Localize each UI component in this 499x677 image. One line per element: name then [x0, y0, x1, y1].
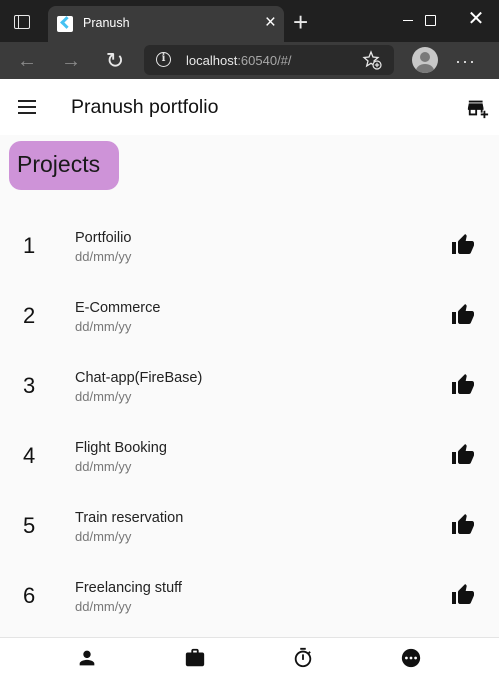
flutter-logo-icon — [57, 16, 73, 32]
project-date: dd/mm/yy — [75, 529, 132, 544]
add-business-icon[interactable] — [467, 97, 489, 119]
thumb-up-icon[interactable] — [451, 303, 475, 327]
profile-avatar[interactable] — [412, 47, 438, 73]
project-list-item[interactable]: 1 Portfoilio dd/mm/yy — [0, 218, 499, 288]
browser-menu-button[interactable]: ··· — [455, 46, 476, 76]
tab-close-icon[interactable]: × — [265, 12, 276, 34]
project-date: dd/mm/yy — [75, 249, 132, 264]
project-title: Train reservation — [75, 510, 184, 526]
project-number: 4 — [23, 443, 36, 468]
project-date: dd/mm/yy — [75, 319, 132, 334]
app-title: Pranush portfolio — [71, 96, 219, 118]
url-path: :60540/#/ — [237, 53, 292, 68]
forward-button[interactable]: → — [56, 46, 86, 76]
thumb-up-icon[interactable] — [451, 513, 475, 537]
project-list-item[interactable]: 2 E-Commerce dd/mm/yy — [0, 288, 499, 358]
project-number: 1 — [23, 233, 36, 258]
thumb-up-icon[interactable] — [451, 583, 475, 607]
tab-title: Pranush — [83, 16, 130, 30]
project-title: Flight Booking — [75, 440, 167, 456]
project-title: Portfoilio — [75, 230, 132, 246]
work-icon[interactable] — [184, 647, 206, 669]
person-icon[interactable] — [76, 647, 98, 669]
address-bar[interactable]: i localhost:60540/#/ — [144, 45, 394, 75]
projects-section-chip: Projects — [9, 141, 119, 190]
project-list-item[interactable]: 3 Chat-app(FireBase) dd/mm/yy — [0, 358, 499, 428]
projects-section-label: Projects — [17, 151, 101, 177]
project-number: 6 — [23, 583, 36, 608]
menu-icon[interactable] — [18, 100, 36, 114]
project-number: 5 — [23, 513, 36, 538]
thumb-up-icon[interactable] — [451, 443, 475, 467]
project-title: E-Commerce — [75, 300, 161, 316]
back-button[interactable]: ← — [12, 46, 42, 76]
project-date: dd/mm/yy — [75, 389, 132, 404]
timer-icon[interactable] — [292, 647, 314, 669]
project-date: dd/mm/yy — [75, 459, 132, 474]
url-host: localhost — [186, 53, 238, 68]
bottom-navigation — [0, 637, 499, 677]
url-text[interactable]: localhost:60540/#/ — [186, 53, 292, 68]
reload-button[interactable]: ↻ — [100, 46, 130, 76]
browser-titlebar: Pranush × + ✕ — [0, 0, 499, 42]
project-title: Freelancing stuff — [75, 580, 182, 596]
favorites-add-icon[interactable] — [362, 50, 384, 70]
more-horiz-icon[interactable] — [400, 647, 422, 669]
project-list-item[interactable]: 4 Flight Booking dd/mm/yy — [0, 428, 499, 498]
thumb-up-icon[interactable] — [451, 233, 475, 257]
app-bar: Pranush portfolio — [0, 79, 499, 135]
app-viewport: Pranush portfolio Projects 1 Portfoilio … — [0, 79, 499, 677]
site-info-icon[interactable]: i — [156, 52, 171, 67]
project-title: Chat-app(FireBase) — [75, 370, 203, 386]
project-date: dd/mm/yy — [75, 599, 132, 614]
project-list-item[interactable]: 5 Train reservation dd/mm/yy — [0, 498, 499, 568]
browser-tab[interactable]: Pranush × — [48, 6, 284, 42]
window-close-button[interactable]: ✕ — [453, 6, 499, 36]
project-list-item[interactable]: 6 Freelancing stuff dd/mm/yy — [0, 568, 499, 638]
project-number: 2 — [23, 303, 36, 328]
project-number: 3 — [23, 373, 36, 398]
browser-toolbar: ← → ↻ i localhost:60540/#/ ··· — [0, 42, 499, 79]
thumb-up-icon[interactable] — [451, 373, 475, 397]
new-tab-button[interactable]: + — [293, 8, 308, 36]
tab-actions-icon[interactable] — [14, 15, 30, 29]
maximize-button[interactable] — [407, 6, 453, 36]
